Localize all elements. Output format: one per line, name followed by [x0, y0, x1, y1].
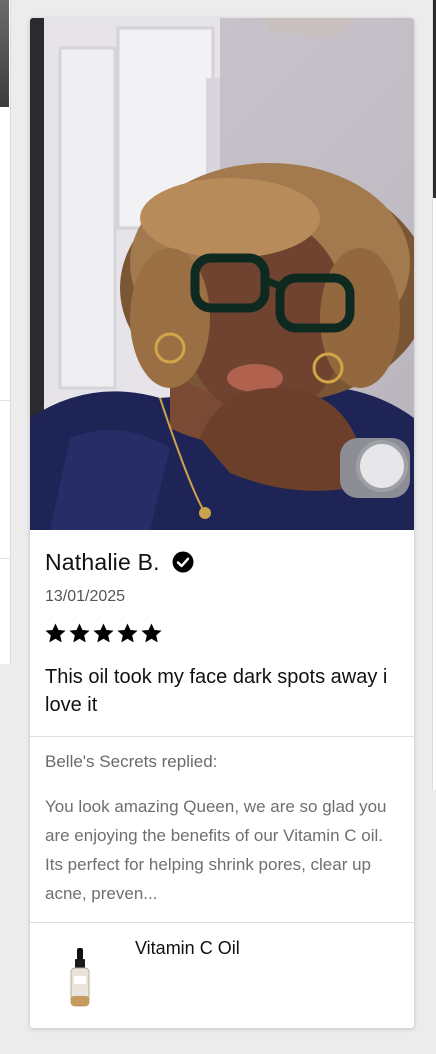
reviewer-name: Nathalie B. — [45, 548, 160, 575]
next-review-card[interactable] — [432, 0, 436, 790]
reviewer-photo[interactable] — [30, 18, 414, 530]
star-rating — [44, 622, 164, 645]
review-card[interactable]: Nathalie B. 13/01/2025 This oil took my … — [30, 18, 414, 1028]
reviewer-name-row: Nathalie B. — [45, 547, 194, 577]
star-icon — [44, 622, 67, 645]
merchant-reply-heading: Belle's Secrets replied: — [45, 752, 218, 771]
reviewer-photo-illustration — [30, 18, 414, 530]
verified-badge-icon — [172, 551, 194, 573]
previous-review-photo — [0, 0, 9, 107]
divider — [30, 922, 414, 923]
review-text: This oil took my face dark spots away i … — [45, 666, 388, 716]
serum-bottle-icon[interactable] — [65, 948, 95, 1008]
merchant-reply-text: You look amazing Queen, we are so glad y… — [45, 797, 387, 903]
divider — [30, 736, 414, 737]
star-icon — [92, 622, 115, 645]
divider — [0, 558, 10, 559]
previous-review-card[interactable] — [0, 0, 11, 664]
star-icon — [68, 622, 91, 645]
star-icon — [116, 622, 139, 645]
divider — [0, 400, 10, 401]
review-date: 13/01/2025 — [45, 588, 126, 605]
star-icon — [140, 622, 163, 645]
product-link[interactable]: Vitamin C Oil — [135, 938, 240, 959]
